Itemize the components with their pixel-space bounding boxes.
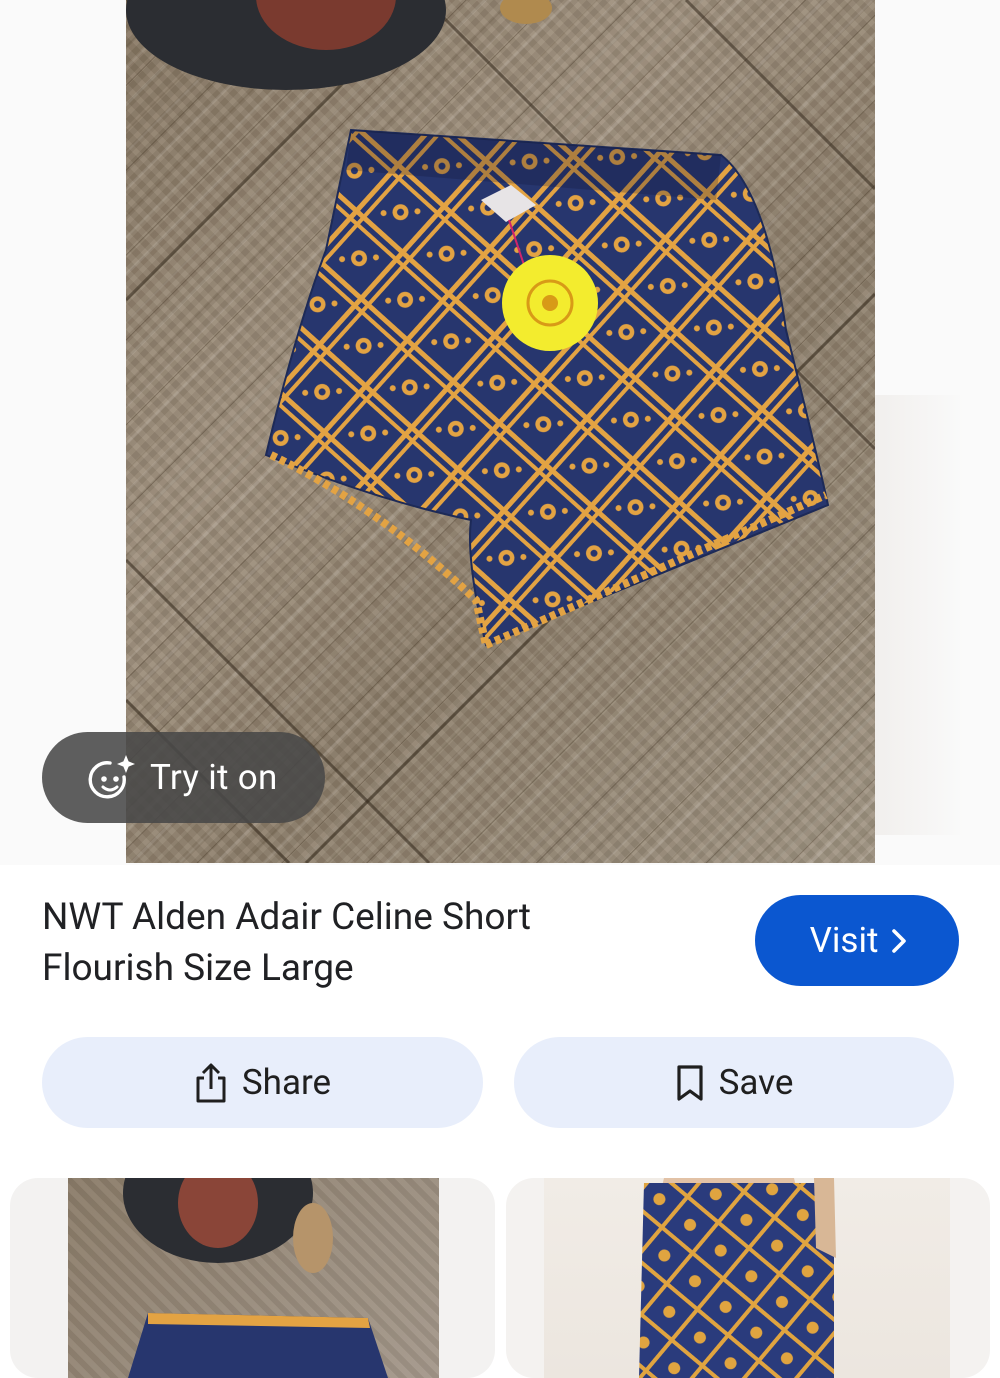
related-result-card[interactable]: [10, 1178, 495, 1378]
share-icon: [196, 1063, 226, 1102]
related-result-image: [68, 1178, 439, 1378]
adjacent-image-edge: [875, 395, 965, 835]
visit-label: Visit: [809, 920, 879, 961]
product-image-area[interactable]: Try it on: [0, 0, 1000, 865]
bookmark-icon: [676, 1064, 703, 1101]
share-button[interactable]: Share: [42, 1037, 483, 1128]
save-button[interactable]: Save: [514, 1037, 954, 1128]
related-result-image: [544, 1178, 950, 1378]
try-it-on-button[interactable]: Try it on: [42, 732, 325, 823]
sparkle-face-icon: [84, 751, 138, 805]
product-title-line-2: Flourish Size Large: [42, 947, 354, 990]
share-label: Share: [241, 1062, 332, 1103]
related-result-card[interactable]: [506, 1178, 990, 1378]
save-label: Save: [718, 1062, 794, 1103]
try-it-on-label: Try it on: [150, 757, 278, 798]
chevron-right-icon: [892, 928, 907, 953]
visit-button[interactable]: Visit: [755, 895, 959, 986]
product-title-line-1: NWT Alden Adair Celine Short: [42, 896, 532, 939]
product-title: NWT Alden Adair Celine Short Flourish Si…: [42, 892, 682, 994]
